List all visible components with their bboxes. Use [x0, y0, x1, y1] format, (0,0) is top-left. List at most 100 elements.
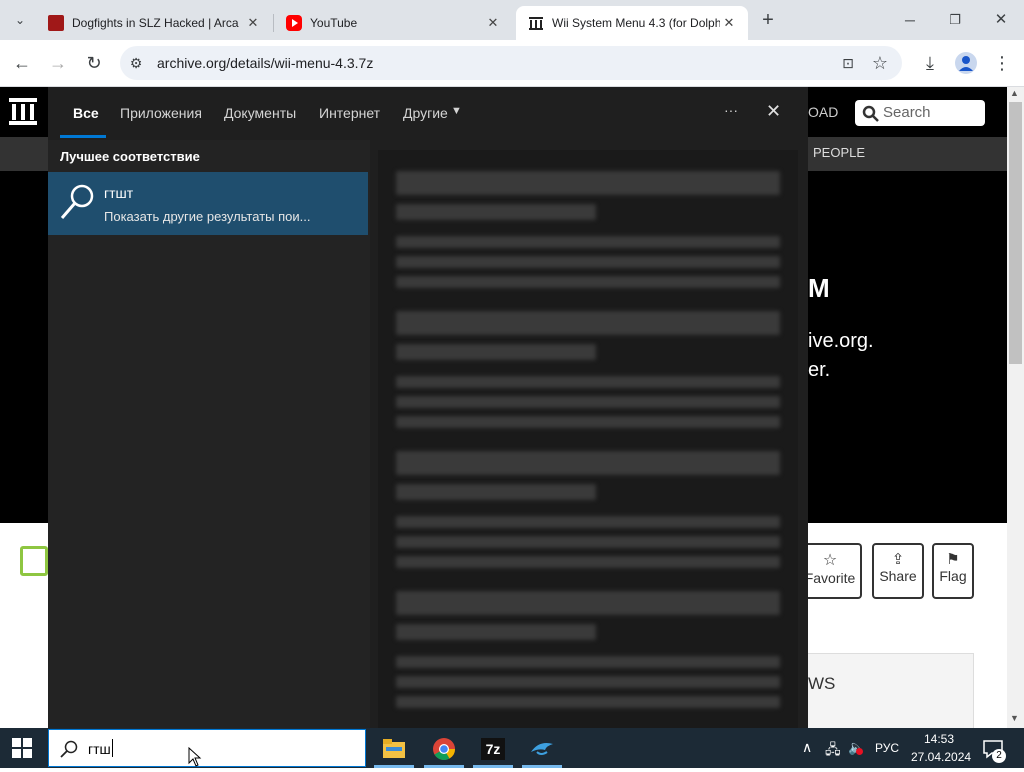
bookmark-star-icon[interactable]: ☆	[866, 49, 894, 77]
flag-button[interactable]: ⚑ Flag	[932, 543, 974, 599]
tab-youtube[interactable]: YouTube ✕	[274, 6, 512, 40]
skeleton-bar	[396, 311, 780, 335]
tab-title: Dogfights in SLZ Hacked | Arca	[72, 16, 239, 30]
download-icon[interactable]: ⤓	[916, 49, 944, 77]
skeleton-bar	[396, 396, 780, 408]
tab-close-icon[interactable]: ✕	[244, 15, 262, 31]
result-title: гтшт	[104, 185, 134, 201]
result-subtitle: Показать другие результаты пои...	[104, 209, 311, 224]
upload-nav-link[interactable]: OAD	[808, 104, 838, 120]
search-result-icon	[60, 184, 94, 219]
reload-icon[interactable]: ↻	[80, 49, 108, 77]
tab-dogfights[interactable]: Dogfights in SLZ Hacked | Arca ✕	[36, 6, 272, 40]
window-close-icon[interactable]: ✕	[987, 6, 1015, 34]
search-placeholder: Search	[883, 104, 931, 121]
notification-count-badge: 2	[992, 749, 1006, 763]
skeleton-bar	[396, 696, 780, 708]
skeleton-bar	[396, 556, 780, 568]
people-nav-link[interactable]: PEOPLE	[813, 145, 865, 160]
mouse-cursor-icon	[188, 746, 202, 772]
skeleton-bar	[396, 344, 596, 360]
skeleton-bar	[396, 516, 780, 528]
search-icon	[60, 740, 78, 758]
flag-icon: ⚑	[946, 551, 960, 568]
browser-menu-icon[interactable]: ⋮	[988, 49, 1016, 77]
hero-text: M	[808, 273, 830, 303]
more-options-icon[interactable]: ···	[724, 102, 738, 118]
skeleton-bar	[396, 416, 780, 428]
tray-chevron-up-icon[interactable]: ∧	[802, 739, 812, 756]
network-icon[interactable]: 🖧	[825, 739, 841, 763]
translate-icon[interactable]: ⊡	[834, 49, 862, 77]
archive-logo-icon[interactable]	[8, 96, 38, 131]
skeleton-bar	[396, 656, 780, 668]
new-tab-button[interactable]: +	[754, 6, 782, 34]
clock-time[interactable]: 14:53	[924, 732, 954, 746]
tab-web[interactable]: Интернет	[319, 105, 380, 125]
profile-avatar[interactable]	[955, 52, 977, 74]
hero-text: ive.org.	[808, 330, 874, 352]
tab-wii-system-menu[interactable]: Wii System Menu 4.3 (for Dolph ✕	[516, 6, 748, 40]
arcade-icon	[48, 15, 64, 31]
tab-close-icon[interactable]: ✕	[720, 15, 738, 31]
skeleton-bar	[396, 591, 780, 615]
best-match-header: Лучшее соответствие	[60, 149, 200, 164]
flag-label: Flag	[939, 568, 967, 584]
tab-apps[interactable]: Приложения	[120, 105, 202, 125]
tab-more[interactable]: Другие	[403, 105, 448, 125]
star-icon: ☆	[822, 552, 838, 569]
favorite-button[interactable]: ☆ Favorite	[800, 543, 862, 599]
skeleton-bar	[396, 256, 780, 268]
scroll-down-icon[interactable]: ▼	[1010, 713, 1019, 723]
active-tab-indicator	[60, 135, 106, 138]
site-search-input[interactable]: Search	[855, 100, 985, 126]
skeleton-bar	[396, 236, 780, 248]
scrollbar-thumb[interactable]	[1009, 102, 1022, 364]
chevron-down-icon[interactable]: ▼	[451, 105, 462, 117]
skeleton-bar	[396, 451, 780, 475]
skeleton-bar	[396, 624, 596, 640]
restore-icon[interactable]: ❐	[941, 6, 969, 34]
skeleton-bar	[396, 204, 596, 220]
scroll-up-icon[interactable]: ▲	[1010, 88, 1019, 98]
dolphin-icon[interactable]	[529, 738, 555, 763]
share-button[interactable]: ⇪ Share	[872, 543, 924, 599]
tab-documents[interactable]: Документы	[224, 105, 296, 125]
7zip-icon[interactable]: 7z	[481, 738, 505, 760]
language-indicator[interactable]: РУС	[875, 741, 899, 755]
skeleton-bar	[396, 376, 780, 388]
share-icon: ⇪	[891, 551, 905, 568]
share-label: Share	[879, 568, 917, 584]
youtube-icon	[286, 15, 302, 31]
reviews-heading: WS	[808, 674, 836, 693]
archive-icon	[528, 15, 544, 31]
forward-icon[interactable]: →	[44, 49, 72, 77]
tab-search-chevron-icon[interactable]: ⌄	[6, 6, 34, 34]
skeleton-bar	[396, 676, 780, 688]
chrome-icon[interactable]	[432, 737, 456, 766]
url-text[interactable]: archive.org/details/wii-menu-4.3.7z	[157, 55, 373, 71]
tab-title: Wii System Menu 4.3 (for Dolph	[552, 16, 720, 30]
tab-close-icon[interactable]: ✕	[484, 15, 502, 31]
skeleton-bar	[396, 276, 780, 288]
tab-title: YouTube	[310, 16, 358, 30]
floppy-icon	[20, 546, 48, 576]
windows-start-icon[interactable]	[12, 738, 32, 763]
muted-badge-icon	[856, 748, 863, 755]
favorite-label: Favorite	[804, 570, 856, 586]
skeleton-bar	[396, 484, 596, 500]
clock-date[interactable]: 27.04.2024	[911, 750, 971, 764]
hero-text: er.	[808, 359, 831, 381]
skeleton-bar	[396, 171, 780, 195]
minimize-icon[interactable]: ─	[896, 6, 924, 34]
tab-all[interactable]: Все	[73, 105, 99, 125]
site-info-icon[interactable]: ⚙	[122, 49, 150, 77]
file-explorer-icon[interactable]	[383, 739, 405, 764]
search-query-text: гтш	[88, 741, 111, 757]
text-caret	[112, 739, 113, 757]
back-icon[interactable]: ←	[8, 49, 36, 77]
best-match-result[interactable]: гтшт Показать другие результаты пои...	[48, 172, 368, 235]
taskbar-search-input[interactable]: гтш	[48, 729, 366, 767]
close-search-icon[interactable]: ✕	[766, 101, 781, 122]
skeleton-bar	[396, 536, 780, 548]
